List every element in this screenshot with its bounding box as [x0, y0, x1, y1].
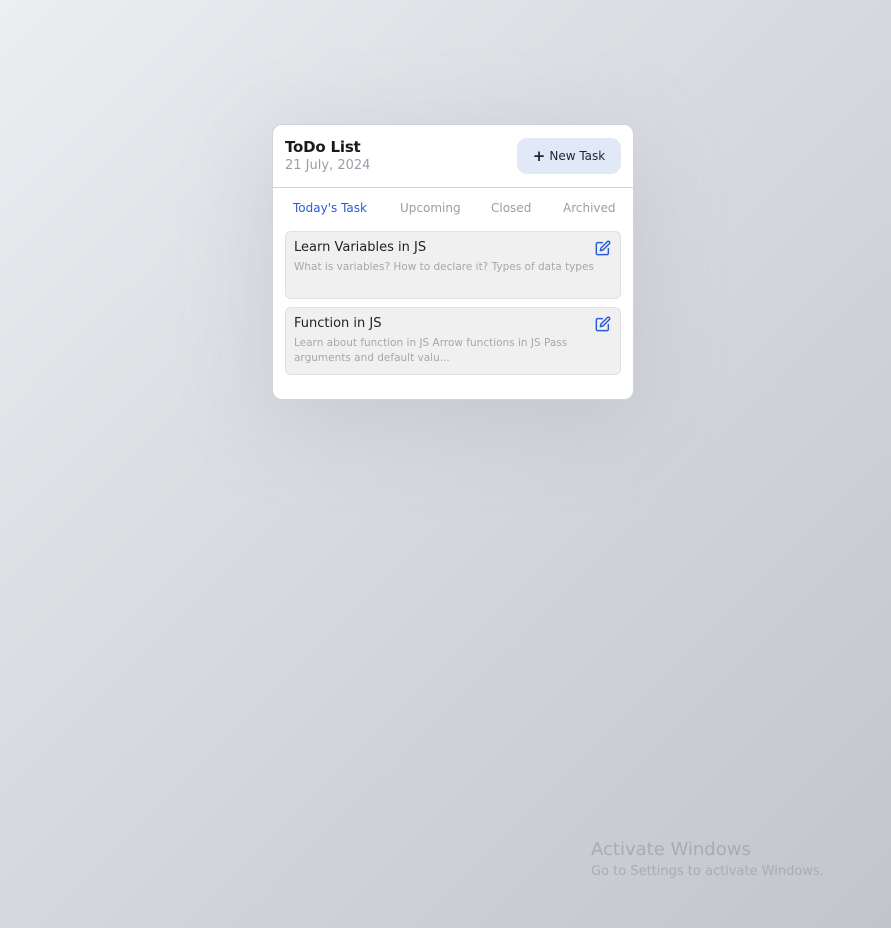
- task-title: Function in JS: [294, 316, 382, 331]
- task-item[interactable]: Function in JS Learn about function in J…: [285, 307, 621, 375]
- tab-archived[interactable]: Archived: [563, 201, 616, 215]
- tab-todays-task[interactable]: Today's Task: [293, 201, 367, 215]
- card-header: ToDo List 21 July, 2024 + New Task: [273, 125, 633, 188]
- todo-card: ToDo List 21 July, 2024 + New Task Today…: [272, 124, 634, 400]
- task-description: What is variables? How to declare it? Ty…: [294, 261, 594, 273]
- edit-icon[interactable]: [595, 316, 611, 332]
- new-task-label: New Task: [549, 149, 606, 163]
- new-task-button[interactable]: + New Task: [517, 138, 621, 174]
- watermark-subtitle: Go to Settings to activate Windows.: [591, 864, 824, 879]
- task-title: Learn Variables in JS: [294, 240, 427, 255]
- edit-icon[interactable]: [595, 240, 611, 256]
- task-item[interactable]: Learn Variables in JS What is variables?…: [285, 231, 621, 299]
- plus-icon: +: [532, 146, 546, 165]
- tab-closed[interactable]: Closed: [491, 201, 531, 215]
- card-title: ToDo List: [285, 138, 361, 156]
- task-tabs: Today's Task Upcoming Closed Archived: [273, 188, 633, 228]
- card-date: 21 July, 2024: [285, 158, 371, 173]
- watermark-title: Activate Windows: [591, 839, 751, 860]
- task-description: Learn about function in JS Arrow functio…: [294, 337, 568, 364]
- tab-upcoming[interactable]: Upcoming: [400, 201, 461, 215]
- activate-windows-watermark: Activate Windows Go to Settings to activ…: [591, 838, 824, 882]
